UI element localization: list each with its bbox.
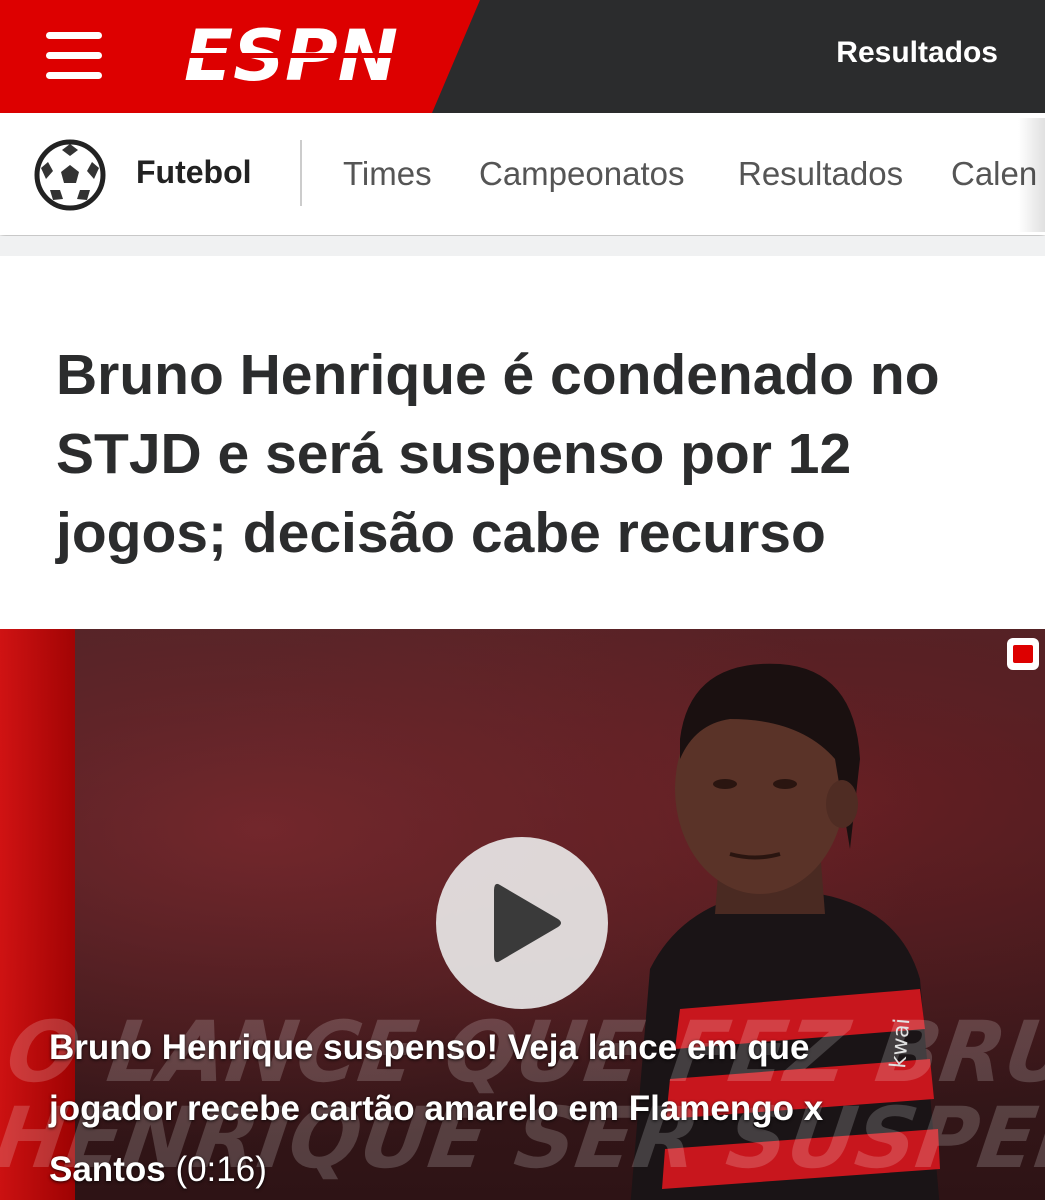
- video-duration: (0:16): [175, 1150, 267, 1189]
- menu-icon[interactable]: [46, 32, 102, 80]
- nav-link-resultados[interactable]: Resultados: [738, 155, 903, 193]
- nav-bottom-band: [0, 236, 1045, 256]
- nav-link-times[interactable]: Times: [343, 155, 432, 193]
- video-caption-text: Bruno Henrique suspenso! Veja lance em q…: [49, 1028, 824, 1189]
- espn-logo[interactable]: ESPN: [182, 20, 402, 92]
- header-results-link[interactable]: Resultados: [836, 36, 998, 70]
- play-button[interactable]: [436, 837, 608, 1009]
- subnav-divider: [300, 140, 302, 206]
- video-caption[interactable]: Bruno Henrique suspenso! Veja lance em q…: [49, 1017, 869, 1200]
- nav-scroll-fade: [1018, 118, 1045, 232]
- nav-link-campeonatos[interactable]: Campeonatos: [479, 155, 684, 193]
- article-headline: Bruno Henrique é condenado no STJD e ser…: [56, 343, 940, 565]
- top-bar: ESPN Resultados: [0, 0, 1045, 113]
- sport-label[interactable]: Futebol: [136, 154, 252, 191]
- espn-badge-icon: [1007, 638, 1039, 670]
- play-icon: [494, 883, 561, 963]
- soccer-ball-icon[interactable]: [33, 138, 107, 212]
- video-player[interactable]: kwai O LANCE QUE FEZ BRUNO HENRIQUE SER …: [0, 629, 1045, 1200]
